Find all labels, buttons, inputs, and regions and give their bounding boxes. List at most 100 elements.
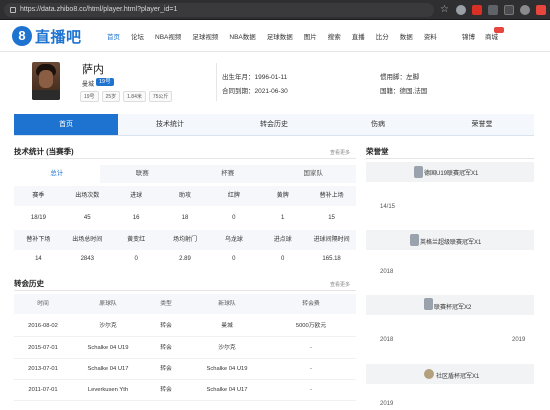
nav-item-data[interactable]: 数据 — [400, 31, 413, 41]
nation-label: 国籍： — [380, 88, 400, 95]
transfers-col-header: 时间 — [14, 294, 72, 314]
tab-home[interactable]: 首页 — [14, 114, 118, 135]
transfer-to[interactable]: Schalke 04 U17 — [188, 380, 266, 400]
player-name: 萨内 — [82, 64, 104, 76]
subtab-national[interactable]: 国家队 — [271, 165, 357, 183]
nav-item-forum[interactable]: 论坛 — [131, 31, 144, 41]
stats-col-header: 出场总时间 — [62, 230, 112, 250]
extension-icon[interactable] — [536, 5, 546, 15]
transfers-title: 转会历史 — [14, 279, 44, 288]
stats-cell: 2843 — [80, 256, 94, 262]
tab-transfers[interactable]: 转会历史 — [222, 114, 326, 135]
logo-mark: 8 — [12, 26, 32, 46]
contract-info: 合同到期：2021-06-30 — [222, 85, 288, 95]
stats-cell: 2.89 — [179, 256, 191, 262]
transfer-to[interactable]: 曼城 — [188, 316, 266, 336]
tab-injuries[interactable]: 伤病 — [326, 114, 430, 135]
lock-icon — [10, 7, 16, 13]
honor-year: 14/15 — [380, 204, 396, 210]
transfer-from[interactable]: Leverkusen Yth — [72, 380, 144, 400]
extension-icon[interactable] — [488, 5, 498, 15]
stats-header-row-1: 赛季 出场次数 进球 助攻 红牌 黄牌 替补上场 — [14, 186, 356, 206]
stats-more-link[interactable]: 查看更多 — [330, 149, 350, 156]
stats-cell: 18/19 — [30, 215, 46, 221]
extension-icon[interactable] — [456, 5, 466, 15]
subtab-league[interactable]: 联赛 — [100, 165, 186, 183]
subtab-cup[interactable]: 杯赛 — [185, 165, 271, 183]
transfer-fee: - — [310, 366, 312, 372]
trophy-icon — [424, 369, 434, 379]
honor-year: 2019 — [380, 401, 394, 407]
foot-value: 左脚 — [406, 74, 419, 81]
profile-icon[interactable] — [520, 5, 530, 15]
transfer-from[interactable]: Schalke 04 U17 — [72, 359, 144, 379]
stats-col-header: 进球间隔时间 — [307, 230, 356, 250]
transfer-to[interactable]: 沙尔克 — [188, 338, 266, 358]
nav-item-jinbo[interactable]: 锦博 — [462, 31, 475, 41]
trophy-icon — [414, 166, 423, 178]
stats-col-header: 乌龙球 — [209, 230, 259, 250]
stats-cell: 16 — [132, 215, 140, 221]
address-bar[interactable]: https://data.zhibo8.cc/html/player.html?… — [4, 3, 434, 17]
logo-text: 直播吧 — [35, 28, 82, 46]
tab-stats[interactable]: 技术统计 — [118, 114, 222, 135]
trophy-icon — [410, 234, 419, 246]
transfer-from[interactable]: Schalke 04 U19 — [72, 338, 144, 358]
transfer-to[interactable]: Schalke 04 U19 — [188, 359, 266, 379]
main-nav: 首页 论坛 NBA视频 足球视频 NBA数据 足球数据 图片 搜索 直播 比分 … — [107, 31, 448, 41]
site-logo[interactable]: 8 直播吧 — [12, 25, 82, 47]
stats-title: 技术统计 (当赛季) — [14, 147, 74, 156]
nav-item-images[interactable]: 图片 — [304, 31, 317, 41]
honors-title: 荣誉堂 — [366, 147, 389, 156]
nav-item-nba-data[interactable]: NBA数据 — [229, 31, 255, 41]
nav-item-live[interactable]: 直播 — [352, 31, 365, 41]
stats-cell: 1 — [281, 215, 285, 221]
transfer-date: 2013-07-01 — [28, 366, 58, 372]
extension-icon[interactable] — [472, 5, 482, 15]
stats-cell: 14 — [35, 256, 42, 262]
extension-icon[interactable] — [504, 5, 514, 15]
nav-item-nba-video[interactable]: NBA视频 — [155, 31, 181, 41]
transfer-type: 转会 — [160, 345, 172, 351]
transfer-date: 2016-08-02 — [28, 323, 58, 329]
honor-year: 2018 — [380, 337, 394, 343]
nav-item-scores[interactable]: 比分 — [376, 31, 389, 41]
stats-cell: 15 — [328, 215, 335, 221]
transfer-type: 转会 — [160, 323, 172, 329]
contract-label: 合同到期： — [222, 88, 255, 95]
nav-item-search[interactable]: 搜索 — [328, 31, 341, 41]
stats-col-header: 替补上场 — [307, 186, 356, 206]
stats-cell: 45 — [83, 215, 91, 221]
divider — [14, 290, 356, 291]
transfer-fee: - — [310, 387, 312, 393]
stats-col-header: 黄变红 — [111, 230, 161, 250]
stats-col-header: 出场次数 — [62, 186, 112, 206]
transfer-fee: 5000万欧元 — [295, 323, 327, 329]
nav-item-home[interactable]: 首页 — [107, 31, 120, 41]
stats-col-header: 场均射门 — [160, 230, 210, 250]
extension-toolbar: ☆ — [440, 4, 550, 16]
nav-item-football-data[interactable]: 足球数据 — [267, 31, 293, 41]
transfer-date: 2015-07-01 — [28, 345, 58, 351]
transfers-more-link[interactable]: 查看更多 — [330, 281, 350, 288]
nav-item-shop[interactable]: 商城 — [485, 27, 508, 41]
browser-chrome: https://data.zhibo8.cc/html/player.html?… — [0, 0, 550, 20]
player-team[interactable]: 曼城 — [82, 79, 94, 88]
honor-year: 2018 — [380, 269, 394, 275]
nation-value: 德国,法国 — [399, 88, 428, 95]
tab-honors[interactable]: 荣誉堂 — [430, 114, 534, 135]
stats-row-2: 14 2843 0 2.89 0 0 165.18 — [14, 249, 356, 269]
nav-right: 锦博 商城 — [462, 27, 518, 41]
stats-col-header: 黄牌 — [258, 186, 308, 206]
stats-col-header: 进点球 — [258, 230, 308, 250]
table-row: 2016-08-02 沙尔克 转会 曼城 5000万欧元 — [14, 316, 356, 337]
subtab-total[interactable]: 总计 — [14, 165, 100, 183]
bookmark-star-icon[interactable]: ☆ — [440, 5, 450, 15]
contract-value: 2021-06-30 — [254, 88, 288, 95]
transfer-from[interactable]: 沙尔克 — [72, 316, 144, 336]
table-row: 2015-07-01 Schalke 04 U19 转会 沙尔克 - — [14, 338, 356, 359]
player-avatar — [32, 62, 60, 100]
nav-item-info[interactable]: 资料 — [424, 31, 437, 41]
stats-col-header: 进球 — [111, 186, 161, 206]
nav-item-football-video[interactable]: 足球视频 — [192, 31, 218, 41]
